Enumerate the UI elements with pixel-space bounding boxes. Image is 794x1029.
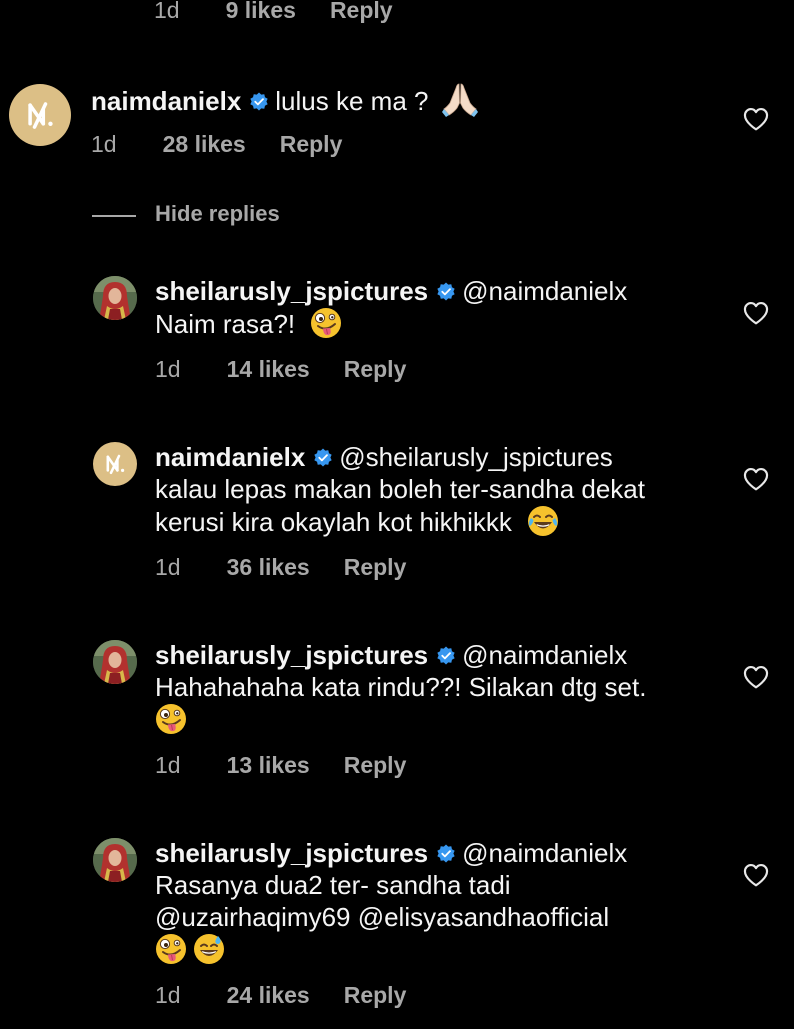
zany-face-icon bbox=[155, 703, 187, 735]
zany-face-icon bbox=[155, 933, 187, 965]
username[interactable]: naimdanielx bbox=[155, 442, 305, 472]
avatar[interactable] bbox=[93, 838, 137, 882]
tears-of-joy-icon bbox=[527, 505, 559, 537]
hide-replies-button[interactable]: Hide replies bbox=[155, 201, 280, 227]
likes-count[interactable]: 9 likes bbox=[226, 0, 296, 24]
verified-badge-icon bbox=[249, 92, 269, 112]
naim-logo-icon bbox=[99, 448, 131, 480]
comment-header: naimdanielx lulus ke ma ? bbox=[91, 81, 478, 117]
comment-meta: 1d 24 likes Reply bbox=[155, 980, 406, 1010]
comment-time: 1d bbox=[155, 355, 181, 382]
comment-line: kalau lepas makan boleh ter-sandha dekat bbox=[155, 474, 645, 504]
heart-outline-icon[interactable] bbox=[743, 301, 769, 325]
heart-outline-icon[interactable] bbox=[743, 107, 769, 131]
heart-outline-icon[interactable] bbox=[743, 863, 769, 887]
comment-line: kerusi kira okaylah kot hikhikkk bbox=[155, 507, 512, 537]
comment-text: lulus ke ma ? bbox=[275, 86, 429, 116]
mention-link[interactable]: @naimdanielx bbox=[462, 640, 627, 670]
mention-line[interactable]: @uzairhaqimy69 @elisyasandhaofficial bbox=[155, 902, 609, 932]
reply-button[interactable]: Reply bbox=[344, 356, 407, 383]
comment-header: naimdanielx @sheilarusly_jspictures bbox=[155, 441, 613, 473]
comment-meta: 1d 28 likes Reply bbox=[91, 129, 342, 159]
top-comment-meta: 1d 9 likes Reply bbox=[154, 0, 393, 25]
username[interactable]: sheilarusly_jspictures bbox=[155, 640, 428, 670]
likes-count[interactable]: 28 likes bbox=[163, 131, 246, 158]
comment-time: 1d bbox=[155, 553, 181, 580]
reply-button[interactable]: Reply bbox=[330, 0, 393, 24]
grinning-sweat-icon bbox=[193, 933, 225, 965]
comment-line: Naim rasa?! bbox=[155, 309, 296, 339]
likes-count[interactable]: 24 likes bbox=[227, 982, 310, 1009]
comment-header: sheilarusly_jspictures @naimdanielx bbox=[155, 639, 627, 671]
comment-header: sheilarusly_jspictures @naimdanielx bbox=[155, 275, 627, 307]
verified-badge-icon bbox=[436, 646, 456, 666]
comment-time: 1d bbox=[155, 981, 181, 1008]
divider-line bbox=[92, 215, 136, 217]
comment-time: 1d bbox=[154, 0, 180, 23]
likes-count[interactable]: 36 likes bbox=[227, 554, 310, 581]
mention-link[interactable]: @naimdanielx bbox=[462, 276, 627, 306]
reply-button[interactable]: Reply bbox=[344, 554, 407, 581]
verified-badge-icon bbox=[436, 282, 456, 302]
avatar[interactable] bbox=[9, 84, 71, 146]
comment-line: Rasanya dua2 ter- sandha tadi bbox=[155, 870, 511, 900]
comment-meta: 1d 36 likes Reply bbox=[155, 552, 406, 582]
heart-outline-icon[interactable] bbox=[743, 665, 769, 689]
username[interactable]: sheilarusly_jspictures bbox=[155, 276, 428, 306]
heart-outline-icon[interactable] bbox=[743, 467, 769, 491]
avatar[interactable] bbox=[93, 442, 137, 486]
naim-logo-icon bbox=[18, 93, 62, 137]
comment-time: 1d bbox=[91, 130, 117, 157]
verified-badge-icon bbox=[436, 844, 456, 864]
comment-text bbox=[155, 703, 187, 736]
avatar[interactable] bbox=[93, 276, 137, 320]
comment-text: Naim rasa?! bbox=[155, 307, 342, 340]
comment-text: kerusi kira okaylah kot hikhikkk bbox=[155, 505, 559, 538]
comment-text bbox=[155, 933, 225, 966]
comment-text: Rasanya dua2 ter- sandha tadi bbox=[155, 869, 511, 901]
comment-text: @uzairhaqimy69 @elisyasandhaofficial bbox=[155, 901, 609, 933]
username[interactable]: sheilarusly_jspictures bbox=[155, 838, 428, 868]
folded-hands-icon bbox=[442, 81, 478, 117]
comment-line: Hahahahaha kata rindu??! Silakan dtg set… bbox=[155, 672, 647, 702]
comment-text: Hahahahaha kata rindu??! Silakan dtg set… bbox=[155, 671, 646, 703]
comment-meta: 1d 14 likes Reply bbox=[155, 354, 406, 384]
comment-meta: 1d 13 likes Reply bbox=[155, 750, 406, 780]
avatar[interactable] bbox=[93, 640, 137, 684]
reply-button[interactable]: Reply bbox=[344, 982, 407, 1009]
mention-link[interactable]: @naimdanielx bbox=[462, 838, 627, 868]
comment-time: 1d bbox=[155, 751, 181, 778]
likes-count[interactable]: 14 likes bbox=[227, 356, 310, 383]
comment-header: sheilarusly_jspictures @naimdanielx bbox=[155, 837, 627, 869]
zany-face-icon bbox=[310, 307, 342, 339]
comment-text: kalau lepas makan boleh ter-sandha dekat bbox=[155, 473, 645, 505]
username[interactable]: naimdanielx bbox=[91, 86, 241, 116]
mention-link[interactable]: @sheilarusly_jspictures bbox=[339, 442, 613, 472]
reply-button[interactable]: Reply bbox=[344, 752, 407, 779]
verified-badge-icon bbox=[313, 448, 333, 468]
likes-count[interactable]: 13 likes bbox=[227, 752, 310, 779]
reply-button[interactable]: Reply bbox=[280, 131, 343, 158]
